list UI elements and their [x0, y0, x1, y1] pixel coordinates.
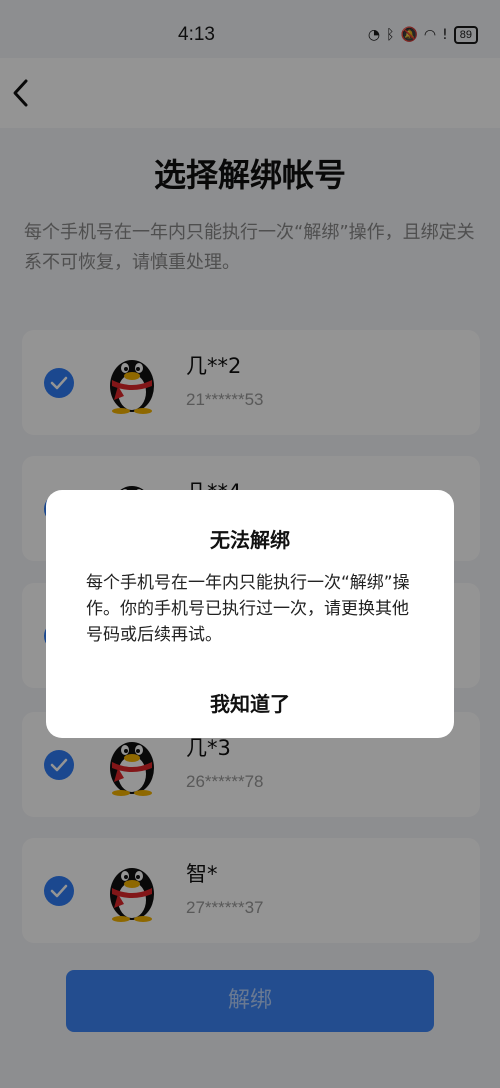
dialog-message: 每个手机号在一年内只能执行一次“解绑”操作。你的手机号已执行过一次，请更换其他号… — [86, 573, 410, 645]
dialog-confirm-button[interactable]: 我知道了 — [46, 688, 454, 717]
dialog-title: 无法解绑 — [210, 528, 290, 552]
dialog: 无法解绑 每个手机号在一年内只能执行一次“解绑”操作。你的手机号已执行过一次，请… — [46, 490, 454, 738]
